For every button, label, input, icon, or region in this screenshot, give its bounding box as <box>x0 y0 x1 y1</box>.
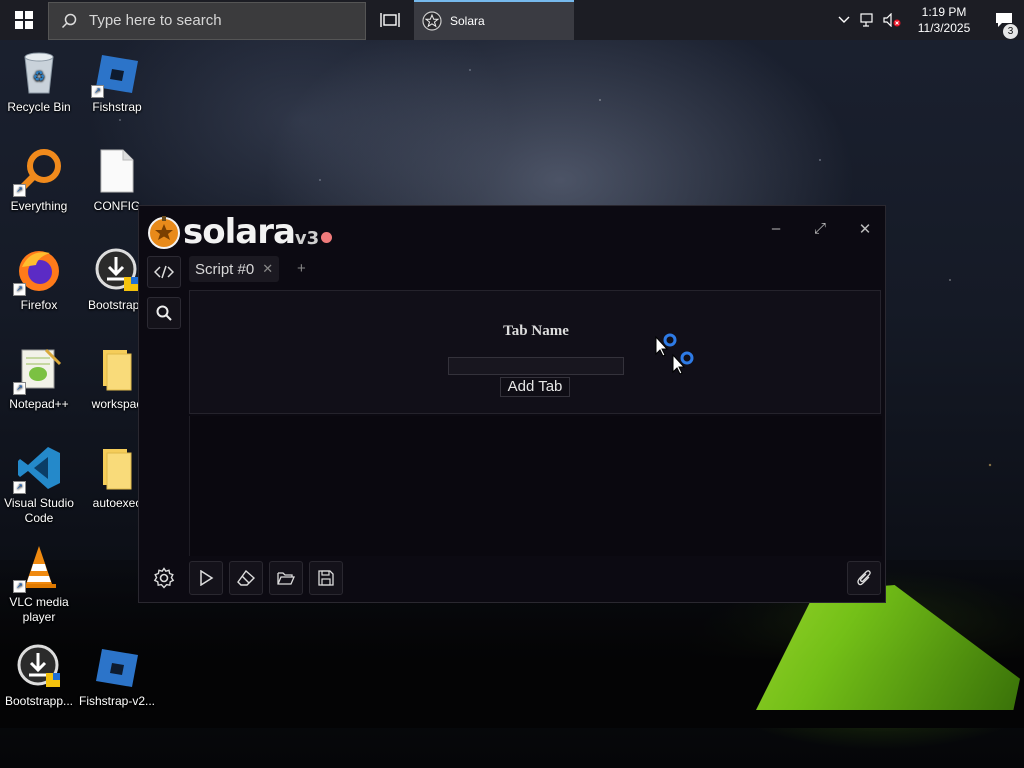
save-file-button[interactable] <box>309 561 343 595</box>
vscode-icon: ↗ <box>13 444 63 494</box>
desktop-icon-notepadpp[interactable]: ↗ Notepad++ <box>0 345 78 412</box>
dialog-title: Tab Name <box>503 323 569 339</box>
code-icon <box>154 265 174 279</box>
desktop-icon-recycle-bin[interactable]: ♻ Recycle Bin <box>0 48 78 115</box>
status-dot <box>321 231 333 243</box>
bootstrapper-icon <box>93 246 141 294</box>
action-center-button[interactable]: 3 <box>984 12 1024 39</box>
task-view-icon <box>380 13 400 27</box>
shortcut-arrow-icon: ↗ <box>91 85 104 98</box>
attach-button[interactable] <box>847 561 881 595</box>
notification-badge: 3 <box>1003 24 1018 39</box>
maximize-button[interactable]: ⤢ <box>809 220 831 240</box>
folder-open-icon <box>277 572 295 585</box>
desktop-icon-bootstrapper-2[interactable]: Bootstrapp... <box>0 642 78 709</box>
desktop-icon-vscode[interactable]: ↗ Visual Studio Code <box>0 444 78 526</box>
add-tab-plus-button[interactable]: + <box>297 260 306 277</box>
clock-time: 1:19 PM <box>921 5 967 19</box>
notepad-plus-plus-icon: ↗ <box>13 345 63 395</box>
solara-brand-text: solara <box>183 212 296 252</box>
network-icon[interactable] <box>856 13 880 27</box>
solara-window: solara v3 – ⤢ ✕ Script #0 ✕ + Tab Name A… <box>138 205 886 603</box>
task-view-button[interactable] <box>366 0 414 40</box>
add-tab-dialog: Tab Name Add Tab <box>189 290 881 414</box>
save-icon <box>318 570 334 586</box>
folder-icon <box>93 444 141 492</box>
play-icon <box>200 570 214 586</box>
open-file-button[interactable] <box>269 561 303 595</box>
taskbar-app-label: Solara <box>450 14 485 28</box>
everything-magnifier-icon: ↗ <box>13 147 63 197</box>
desktop-icon-fishstrap-v2[interactable]: Fishstrap-v2... <box>78 642 156 709</box>
taskbar-app-solara[interactable]: Solara <box>414 0 574 40</box>
desktop-icon-firefox[interactable]: ↗ Firefox <box>0 246 78 313</box>
tab-label: Script #0 <box>195 260 255 278</box>
shortcut-arrow-icon: ↗ <box>13 184 26 197</box>
desktop-icon-label: Visual Studio Code <box>4 496 74 525</box>
add-tab-button[interactable]: Add Tab <box>500 377 570 397</box>
desktop-icon-fishstrap[interactable]: ↗ Fishstrap <box>78 48 156 115</box>
search-icon <box>156 305 172 321</box>
volume-muted-icon[interactable] <box>880 13 904 27</box>
paperclip-icon <box>857 570 871 586</box>
bootstrapper-icon <box>15 642 63 690</box>
solara-version: v3 <box>294 227 320 249</box>
fishstrap-icon: ↗ <box>91 48 141 98</box>
desktop-icon-config[interactable]: CONFIG <box>78 147 156 214</box>
clear-button[interactable] <box>229 561 263 595</box>
tab-name-input[interactable] <box>448 357 624 375</box>
eraser-icon <box>237 570 255 586</box>
shortcut-arrow-icon: ↗ <box>13 283 26 296</box>
settings-button[interactable] <box>147 561 181 595</box>
taskbar: Type here to search Solara 1:19 PM 11/3/… <box>0 0 1024 40</box>
solara-star-icon <box>422 11 442 31</box>
windows-logo-icon <box>15 11 33 29</box>
script-search-button[interactable] <box>147 297 181 329</box>
shortcut-arrow-icon: ↗ <box>13 481 26 494</box>
minimize-button[interactable]: – <box>765 220 787 240</box>
solara-logo: solara v3 <box>147 212 333 252</box>
shortcut-arrow-icon: ↗ <box>13 580 26 593</box>
desktop-icon-label: Bootstrapp... <box>4 694 74 708</box>
tab-script-0[interactable]: Script #0 ✕ <box>189 256 280 282</box>
desktop-icon-label: Recycle Bin <box>7 100 71 114</box>
search-placeholder: Type here to search <box>89 12 222 29</box>
desktop-icon-label: Notepad++ <box>9 397 69 411</box>
execute-button[interactable] <box>189 561 223 595</box>
fishstrap-icon <box>93 642 141 690</box>
folder-icon <box>93 345 141 393</box>
recycle-bin-icon: ♻ <box>15 48 63 96</box>
firefox-icon: ↗ <box>13 246 63 296</box>
vlc-cone-icon: ↗ <box>13 543 63 593</box>
desktop-icon-label: Fishstrap <box>92 100 142 114</box>
desktop-icon-everything[interactable]: ↗ Everything <box>0 147 78 214</box>
taskbar-search-box[interactable]: Type here to search <box>48 1 366 40</box>
gear-icon <box>153 567 175 589</box>
file-icon <box>93 147 141 195</box>
script-editor[interactable] <box>189 416 882 556</box>
chevron-up-icon[interactable] <box>832 16 856 24</box>
desktop-icon-label: VLC media player <box>9 595 69 624</box>
tab-close-icon[interactable]: ✕ <box>262 261 273 277</box>
desktop-icon-label: Fishstrap-v2... <box>78 694 156 708</box>
taskbar-clock[interactable]: 1:19 PM 11/3/2025 <box>912 4 976 36</box>
system-tray: 1:19 PM 11/3/2025 3 <box>832 0 1024 40</box>
clock-date: 11/3/2025 <box>917 21 971 35</box>
desktop-icon-label: Everything <box>10 199 68 213</box>
start-button[interactable] <box>0 0 48 40</box>
desktop-icon-label: Firefox <box>20 298 58 312</box>
svg-text:♻: ♻ <box>33 68 46 84</box>
editor-view-button[interactable] <box>147 256 181 288</box>
close-button[interactable]: ✕ <box>854 220 876 240</box>
search-icon <box>49 13 89 29</box>
solara-pumpkin-icon <box>148 216 180 249</box>
desktop-icon-vlc[interactable]: ↗ VLC media player <box>0 543 78 625</box>
shortcut-arrow-icon: ↗ <box>13 382 26 395</box>
busy-cursor-icon <box>672 351 694 375</box>
